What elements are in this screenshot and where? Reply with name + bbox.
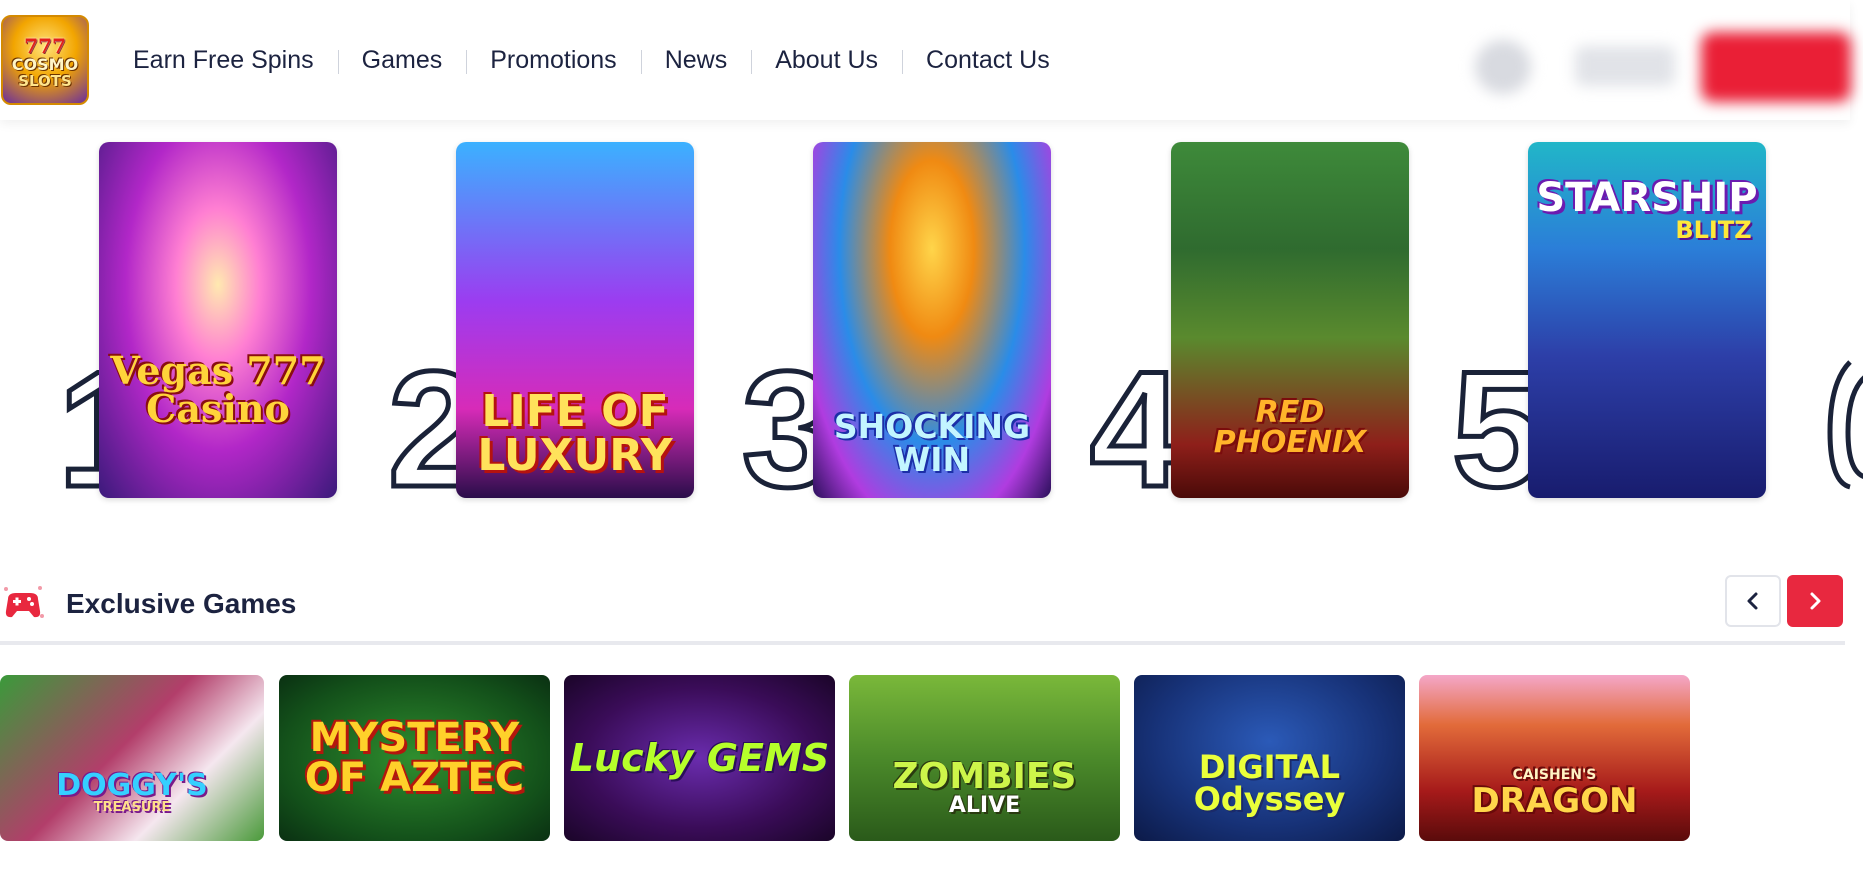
game-title-main: DOGGY'S: [56, 767, 208, 803]
section-divider: [0, 641, 1845, 645]
carousel-next-button[interactable]: [1787, 575, 1843, 627]
header-actions-blurred: [1455, 28, 1853, 106]
game-tile-zombies-alive[interactable]: ZOMBIES ALIVE: [849, 675, 1120, 841]
carousel-prev-button[interactable]: [1725, 575, 1781, 627]
game-title: RED PHOENIX: [1213, 395, 1367, 460]
game-tile-mystery-of-aztec[interactable]: MYSTERY OF AZTEC: [279, 675, 550, 841]
game-title: STARSHIP BLITZ: [1528, 178, 1765, 242]
nav-games[interactable]: Games: [337, 46, 467, 75]
game-card-starship-blitz[interactable]: STARSHIP BLITZ: [1528, 142, 1766, 498]
exclusive-games-header: Exclusive Games: [0, 575, 1845, 645]
game-title-sub: BLITZ: [1675, 216, 1752, 244]
logo-word-slots: SLOTS: [18, 71, 72, 90]
game-card-life-of-luxury[interactable]: LIFE OF LUXURY: [456, 142, 694, 498]
game-tile-caishens-dragon[interactable]: CAISHEN'S DRAGON: [1419, 675, 1690, 841]
top-games-row: 1 Vegas 777 Casino 2 LIFE OF LUXURY 3 SH…: [0, 142, 1863, 514]
login-button[interactable]: [1575, 46, 1675, 86]
logo-777: 777: [24, 33, 66, 58]
section-title: Exclusive Games: [66, 588, 297, 619]
nav-earn-free-spins[interactable]: Earn Free Spins: [119, 46, 338, 75]
chevron-right-icon: [1810, 592, 1821, 610]
game-card-shocking-win[interactable]: SHOCKING WIN: [813, 142, 1051, 498]
game-title: DIGITAL Odyssey: [1193, 748, 1346, 818]
nav-promotions[interactable]: Promotions: [466, 46, 640, 75]
next-rank-peek: [1810, 142, 1863, 502]
exclusive-games-row: DOGGY'S TREASURE MYSTERY OF AZTEC Lucky …: [0, 675, 1863, 841]
game-title-main: ZOMBIES: [892, 756, 1077, 797]
game-title: SHOCKING WIN: [833, 407, 1031, 479]
game-title: MYSTERY OF AZTEC: [304, 715, 525, 801]
game-title-main: DRAGON: [1471, 781, 1638, 821]
site-header: 777 COSMO SLOTS Earn Free Spins Games Pr…: [0, 0, 1853, 120]
game-title: CAISHEN'S DRAGON: [1472, 768, 1638, 818]
site-logo[interactable]: 777 COSMO SLOTS: [1, 15, 89, 105]
game-card-vegas-777-casino[interactable]: Vegas 777 Casino: [99, 142, 337, 498]
logo-text: 777 COSMO SLOTS: [7, 29, 83, 95]
nav-about-us[interactable]: About Us: [751, 46, 902, 75]
game-title: ZOMBIES ALIVE: [893, 759, 1077, 817]
game-title: LIFE OF LUXURY: [477, 386, 673, 481]
game-tile-doggys-treasure[interactable]: DOGGY'S TREASURE: [0, 675, 264, 841]
game-title-main: STARSHIP: [1536, 175, 1758, 221]
main-nav: Earn Free Spins Games Promotions News Ab…: [119, 42, 1074, 78]
chevron-left-icon: [1747, 592, 1758, 610]
logo-word-cosmo: COSMO: [11, 54, 79, 74]
search-button[interactable]: [1475, 40, 1531, 94]
gamepad-icon: [0, 583, 46, 623]
game-tile-digital-odyssey[interactable]: DIGITAL Odyssey: [1134, 675, 1405, 841]
game-card-red-phoenix[interactable]: RED PHOENIX: [1171, 142, 1409, 498]
next-rank-partial-digit: [1827, 360, 1863, 490]
game-tile-lucky-gems[interactable]: Lucky GEMS: [564, 675, 835, 841]
rank-number: 4: [1088, 337, 1185, 521]
nav-contact-us[interactable]: Contact Us: [902, 46, 1074, 75]
game-title: Lucky GEMS: [569, 736, 830, 780]
game-title-sub: CAISHEN'S: [1512, 767, 1597, 783]
game-title: DOGGY'S TREASURE: [56, 767, 208, 816]
game-title: Vegas 777 Casino: [110, 348, 326, 431]
game-title-sub: ALIVE: [948, 793, 1021, 818]
nav-news[interactable]: News: [640, 46, 752, 75]
signup-button[interactable]: [1701, 32, 1851, 102]
